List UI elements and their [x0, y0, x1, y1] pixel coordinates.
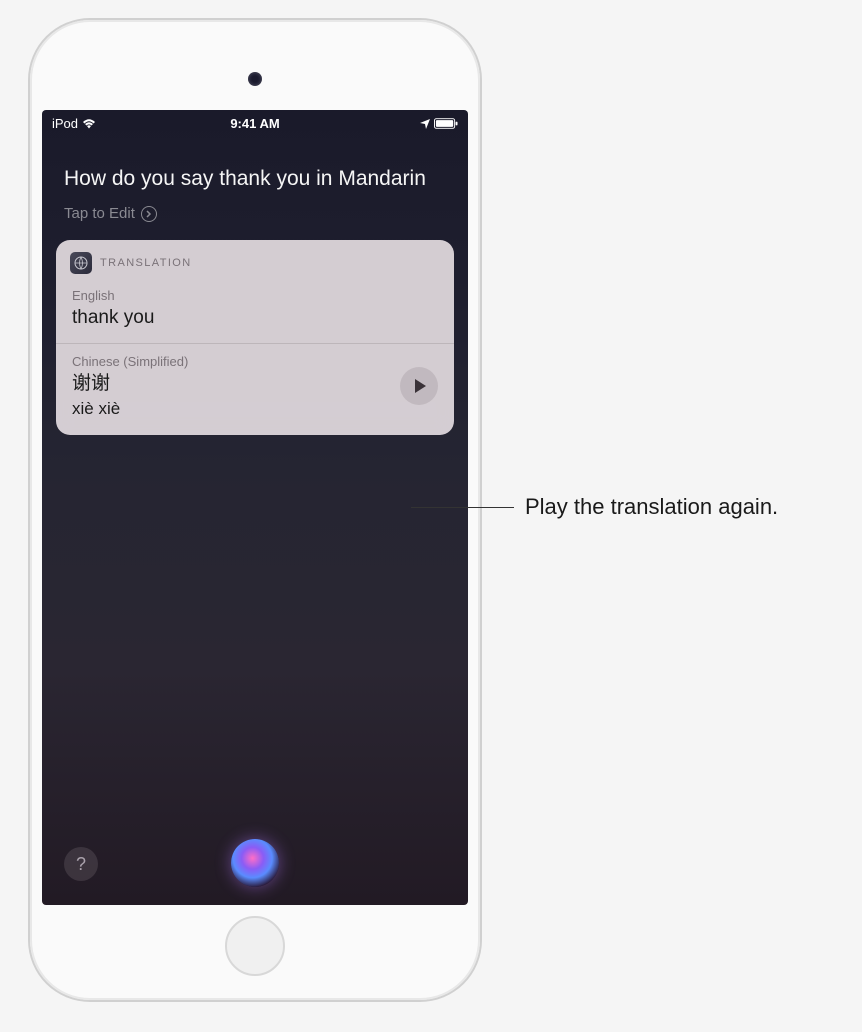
target-text: 谢谢: [72, 371, 188, 397]
location-icon: [420, 119, 430, 129]
callout-play-translation: Play the translation again.: [525, 494, 778, 520]
status-time: 9:41 AM: [230, 116, 279, 131]
target-text-group: Chinese (Simplified) 谢谢 xiè xiè: [72, 354, 188, 419]
home-button[interactable]: [225, 916, 285, 976]
card-header: TRANSLATION: [56, 240, 454, 282]
screen: iPod 9:41 AM How do you say thank you in…: [42, 110, 468, 905]
play-translation-button[interactable]: [400, 367, 438, 405]
chevron-right-icon: [141, 206, 157, 222]
battery-icon: [434, 118, 458, 129]
wifi-icon: [82, 118, 96, 129]
source-text: thank you: [72, 305, 438, 331]
translation-card: TRANSLATION English thank you Chinese (S…: [56, 240, 454, 434]
translation-target-section: Chinese (Simplified) 谢谢 xiè xiè: [56, 343, 454, 435]
device-label: iPod: [52, 116, 78, 131]
siri-orb-button[interactable]: [231, 839, 279, 887]
tap-to-edit-button[interactable]: Tap to Edit: [42, 201, 468, 240]
translation-header-label: TRANSLATION: [100, 257, 192, 269]
status-bar: iPod 9:41 AM: [42, 110, 468, 135]
play-icon: [415, 379, 426, 393]
status-right: [420, 118, 458, 129]
device-frame: iPod 9:41 AM How do you say thank you in…: [30, 20, 480, 1000]
translation-source-section: English thank you: [56, 282, 454, 343]
target-romanization: xiè xiè: [72, 399, 188, 419]
siri-bottom-bar: [42, 839, 468, 887]
target-language-label: Chinese (Simplified): [72, 354, 188, 369]
front-camera: [248, 72, 262, 86]
status-left: iPod: [52, 116, 96, 131]
callout-line: [411, 507, 514, 508]
tap-to-edit-label: Tap to Edit: [64, 205, 135, 222]
source-language-label: English: [72, 288, 438, 303]
translation-app-icon: [70, 252, 92, 274]
siri-query-text: How do you say thank you in Mandarin: [42, 135, 468, 201]
